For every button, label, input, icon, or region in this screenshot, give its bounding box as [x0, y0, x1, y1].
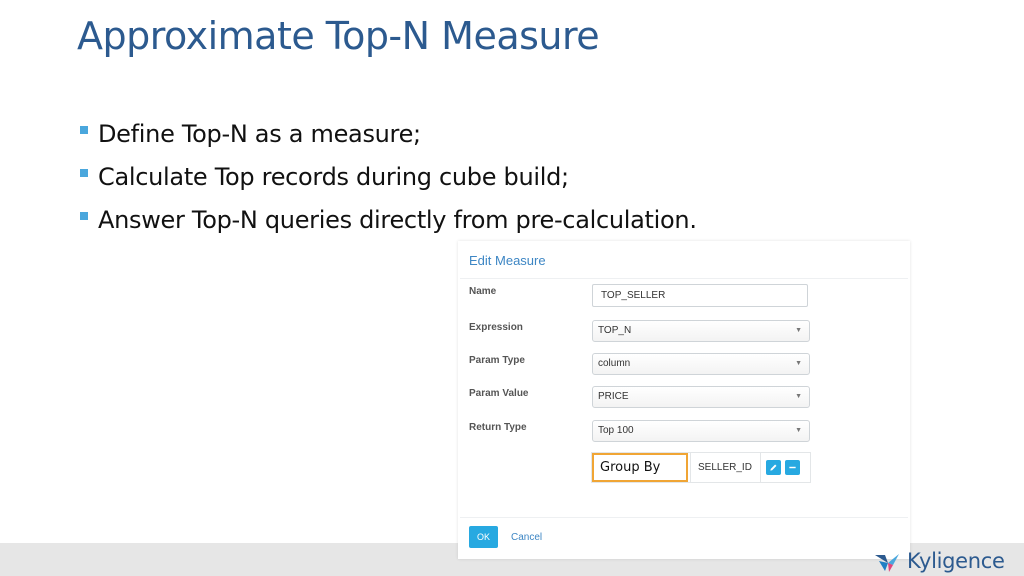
caret-down-icon: ▼	[795, 427, 802, 434]
bullet-item: Define Top-N as a measure;	[80, 112, 697, 155]
param-type-select[interactable]: column ▼	[592, 353, 810, 375]
bullet-text: Define Top-N as a measure;	[98, 119, 421, 148]
return-type-label: Return Type	[469, 422, 527, 433]
bullet-item: Answer Top-N queries directly from pre-c…	[80, 198, 697, 241]
edit-measure-dialog: Edit Measure Name Expression TOP_N ▼ Par…	[458, 241, 910, 559]
param-value-label: Param Value	[469, 388, 529, 399]
group-by-value: SELLER_ID	[698, 462, 752, 473]
caret-down-icon: ▼	[795, 360, 802, 367]
square-bullet-icon	[80, 125, 88, 134]
return-type-value: Top 100	[598, 425, 634, 436]
dialog-header-divider	[460, 278, 908, 279]
expression-label: Expression	[469, 322, 523, 333]
brand-name: Kyligence	[907, 549, 1005, 573]
minus-icon	[789, 466, 796, 469]
bullet-text: Answer Top-N queries directly from pre-c…	[98, 205, 697, 234]
bullet-item: Calculate Top records during cube build;	[80, 155, 697, 198]
square-bullet-icon	[80, 211, 88, 220]
remove-group-by-button[interactable]	[785, 460, 800, 475]
brand-logo-area: Kyligence	[873, 547, 1023, 575]
param-type-label: Param Type	[469, 355, 525, 366]
cancel-button[interactable]: Cancel	[511, 532, 542, 543]
expression-value: TOP_N	[598, 325, 632, 336]
kyligence-logo-icon	[875, 554, 899, 572]
pencil-icon	[770, 464, 777, 471]
group-by-separator	[690, 453, 691, 482]
param-value-select[interactable]: PRICE ▼	[592, 386, 810, 408]
ok-button[interactable]: OK	[469, 526, 498, 548]
group-by-label: Group By	[592, 453, 688, 482]
group-by-separator	[760, 453, 761, 482]
expression-select[interactable]: TOP_N ▼	[592, 320, 810, 342]
name-label: Name	[469, 286, 497, 297]
caret-down-icon: ▼	[795, 393, 802, 400]
group-by-row: Group By SELLER_ID	[591, 452, 811, 483]
dialog-title: Edit Measure	[469, 253, 546, 268]
bullet-text: Calculate Top records during cube build;	[98, 162, 569, 191]
edit-group-by-button[interactable]	[766, 460, 781, 475]
dialog-footer-divider	[460, 517, 908, 518]
param-value-value: PRICE	[598, 391, 629, 402]
slide-title: Approximate Top-N Measure	[77, 14, 600, 58]
param-type-value: column	[598, 358, 631, 369]
return-type-select[interactable]: Top 100 ▼	[592, 420, 810, 442]
caret-down-icon: ▼	[795, 327, 802, 334]
bullet-list: Define Top-N as a measure; Calculate Top…	[80, 112, 697, 241]
name-input[interactable]	[592, 284, 808, 307]
square-bullet-icon	[80, 168, 88, 177]
